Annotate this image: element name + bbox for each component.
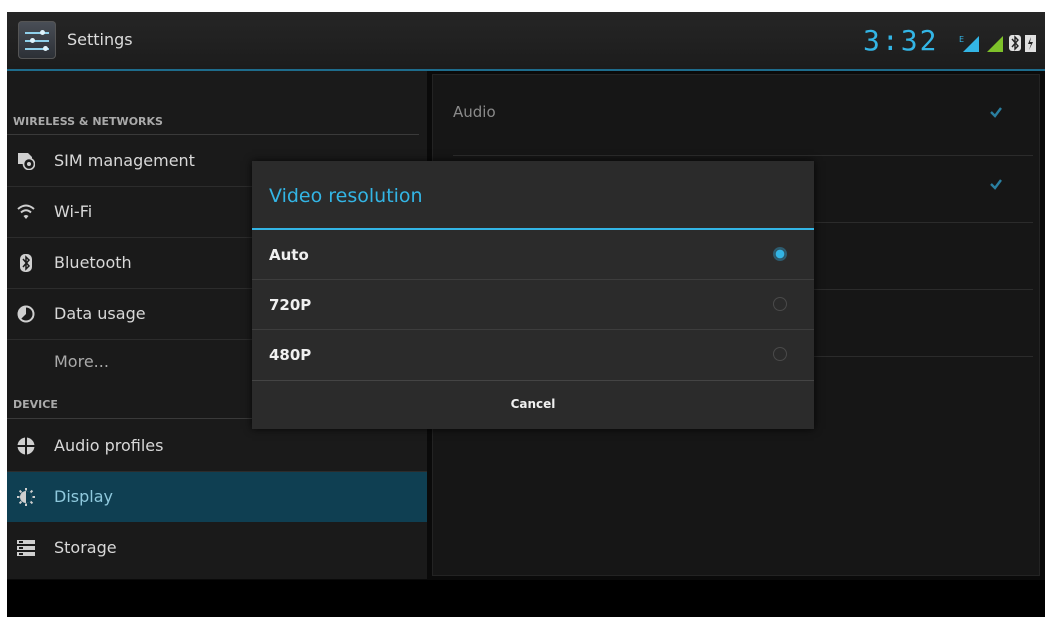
setting-checkbox[interactable] bbox=[989, 177, 1003, 191]
sidebar-item-storage[interactable]: Storage bbox=[7, 523, 427, 573]
option-label: 720P bbox=[269, 296, 312, 314]
storage-icon bbox=[17, 540, 35, 556]
bluetooth-icon bbox=[20, 254, 32, 272]
sim-icon bbox=[18, 153, 35, 170]
section-header-wireless: WIRELESS & NETWORKS bbox=[7, 113, 419, 135]
mobile-signal-icon: E bbox=[959, 35, 979, 52]
dialog-title: Video resolution bbox=[269, 185, 423, 207]
sidebar-item-display[interactable]: Display bbox=[7, 472, 427, 522]
setting-row-audio[interactable]: Audio bbox=[453, 103, 1023, 121]
action-bar: Settings 3:32 E bbox=[7, 12, 1045, 71]
setting-label: Audio bbox=[453, 103, 496, 121]
sidebar-item-label: Wi-Fi bbox=[54, 202, 93, 221]
display-icon bbox=[17, 488, 35, 506]
radio-unselected-icon[interactable] bbox=[773, 347, 787, 361]
option-label: Auto bbox=[269, 246, 309, 264]
data-usage-icon bbox=[17, 305, 35, 323]
video-resolution-dialog: Video resolution Auto 720P 480P Cancel bbox=[252, 161, 814, 429]
cancel-button[interactable]: Cancel bbox=[252, 380, 814, 429]
status-clock: 3:32 bbox=[863, 24, 939, 57]
sidebar-item-label: More... bbox=[54, 352, 109, 371]
sidebar-item-label: Bluetooth bbox=[54, 253, 132, 272]
sidebar-item-label: Audio profiles bbox=[54, 436, 164, 455]
sidebar-item-label: Data usage bbox=[54, 304, 146, 323]
svg-text:E: E bbox=[959, 35, 964, 44]
audio-profiles-icon bbox=[17, 437, 35, 455]
app-title: Settings bbox=[67, 30, 133, 49]
option-720p[interactable]: 720P bbox=[252, 280, 814, 330]
settings-app-icon[interactable] bbox=[18, 21, 56, 59]
bluetooth-status-icon bbox=[1009, 35, 1021, 51]
audio-checkbox[interactable] bbox=[989, 105, 1003, 119]
sidebar-item-label: SIM management bbox=[54, 151, 195, 170]
radio-selected-icon[interactable] bbox=[773, 247, 787, 261]
battery-icon bbox=[1025, 35, 1036, 52]
sidebar-item-label: Storage bbox=[54, 538, 117, 557]
tablet-screen: Settings 3:32 E WIRELESS & NETWORKS SIM bbox=[7, 12, 1045, 617]
radio-unselected-icon[interactable] bbox=[773, 297, 787, 311]
option-label: 480P bbox=[269, 346, 312, 364]
sidebar-item-label: Display bbox=[54, 487, 113, 506]
option-480p[interactable]: 480P bbox=[252, 330, 814, 380]
wifi-icon bbox=[17, 204, 35, 219]
navigation-bar bbox=[7, 580, 1045, 617]
option-auto[interactable]: Auto bbox=[252, 230, 814, 280]
phone-signal-icon bbox=[987, 36, 1003, 52]
